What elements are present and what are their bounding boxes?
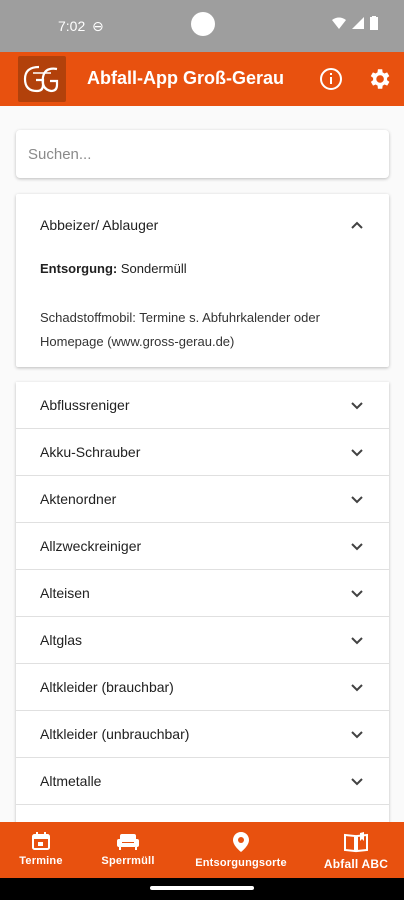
home-indicator[interactable] [150,886,254,890]
gesture-bar [0,878,404,900]
nav-abfall-abc[interactable]: Abfall ABC [318,822,394,878]
disposal-info: Entsorgung: Sondermüll [40,261,187,276]
nav-label: Abfall ABC [323,857,389,871]
dnd-icon: ⊖ [92,18,104,34]
expanded-item-card[interactable]: Abbeizer/ Ablauger Entsorgung: Sondermül… [16,194,389,367]
list-item-label: Altmetalle [40,773,102,789]
chevron-down-icon[interactable] [349,773,365,789]
search-input[interactable] [28,145,389,163]
chevron-down-icon[interactable] [349,444,365,460]
list-item-label: Altkleider (unbrauchbar) [40,726,190,742]
sofa-icon [117,834,139,850]
disposal-note: Schadstoffmobil: Termine s. Abfuhrkalend… [40,310,320,349]
list-item-label: Akku-Schrauber [40,444,141,460]
nav-termine[interactable]: Termine [12,822,70,878]
status-icons [332,16,378,30]
chevron-down-icon[interactable] [349,726,365,742]
list-item[interactable]: Akku-Schrauber [16,429,389,476]
chevron-down-icon[interactable] [349,585,365,601]
bottom-navigation: Termine Sperrmüll Entsorgungsorte Abfall… [0,822,404,878]
calendar-icon [32,832,50,850]
disposal-label: Entsorgung: [40,261,118,276]
list-item-label: Altglas [40,632,83,648]
nav-label: Entsorgungsorte [195,857,287,869]
chevron-down-icon[interactable] [349,538,365,554]
status-time: 7:02 [58,18,86,34]
list-item[interactable]: Altkleider (unbrauchbar) [16,711,389,758]
list-item[interactable]: Alteisen [16,570,389,617]
list-item-label: Abflussreniger [40,397,130,413]
list-item[interactable]: Altglas [16,617,389,664]
list-item[interactable]: Aktenordner [16,476,389,523]
list-item[interactable]: Altkleider (brauchbar) [16,664,389,711]
nav-sperrmuell[interactable]: Sperrmüll [94,822,162,878]
status-bar: 7:02 ⊖ [0,0,404,52]
list-item[interactable]: Abflussreniger [16,382,389,429]
book-icon [344,832,368,853]
location-pin-icon [233,832,249,852]
chevron-down-icon[interactable] [349,632,365,648]
search-box[interactable] [16,130,389,178]
list-item-label: Allzweckreiniger [40,538,142,554]
chevron-up-icon[interactable] [349,218,365,234]
battery-icon [370,16,378,30]
app-logo [18,56,66,102]
disposal-value: Sondermüll [120,261,187,276]
chevron-down-icon[interactable] [349,491,365,507]
list-item-label: Aktenordner [40,491,117,507]
info-icon[interactable] [318,66,344,92]
nav-entsorgungsorte[interactable]: Entsorgungsorte [186,822,296,878]
expanded-item-title[interactable]: Abbeizer/ Ablauger [40,217,158,233]
chevron-down-icon[interactable] [349,679,365,695]
list-item-label: Alteisen [40,585,90,601]
app-title: Abfall-App Groß-Gerau [87,68,284,88]
chevron-down-icon[interactable] [349,397,365,413]
nav-label: Sperrmüll [101,855,155,867]
item-list: Abflussreniger Akku-Schrauber Aktenordne… [16,382,389,842]
gg-logo-icon [23,65,59,93]
nav-label: Termine [19,855,63,867]
settings-gear-icon[interactable] [366,66,392,92]
list-item[interactable]: Allzweckreiniger [16,523,389,570]
list-item[interactable]: Altmetalle [16,758,389,805]
signal-icon [352,17,364,29]
app-bar: Abfall-App Groß-Gerau [0,52,404,106]
camera-cutout [191,12,215,36]
wifi-icon [332,17,346,29]
list-item-label: Altkleider (brauchbar) [40,679,174,695]
